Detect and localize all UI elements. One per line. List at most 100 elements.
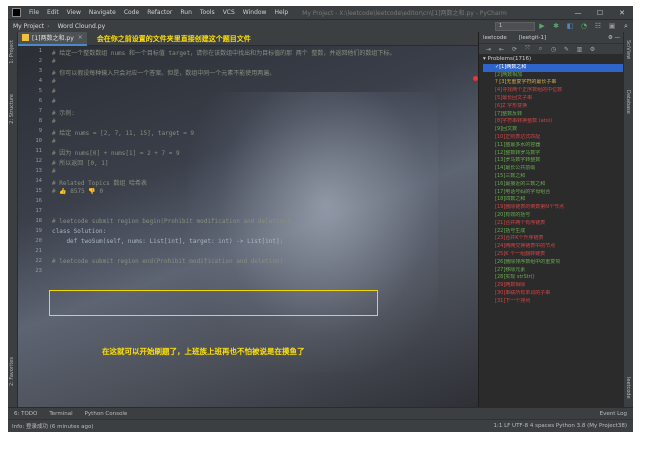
code-editor[interactable]: [1]两数之和.py × 会在你之前设置的文件夹里直接创建这个题目文件 1234… (18, 32, 478, 407)
code-line[interactable]: # (52, 98, 56, 105)
problem-item[interactable]: [15]三数之和 (483, 173, 623, 181)
code-line[interactable]: # (52, 118, 56, 125)
menu-edit[interactable]: Edit (43, 9, 63, 16)
problem-item[interactable]: [27]移除元素 (483, 267, 623, 275)
menu-refactor[interactable]: Refactor (143, 9, 176, 16)
code-line[interactable]: # leetcode submit region begin(Prohibit … (52, 218, 290, 225)
menu-window[interactable]: Window (239, 9, 271, 16)
coverage-icon[interactable]: ◧ (563, 22, 577, 30)
menu-run[interactable]: Run (176, 9, 196, 16)
problem-item[interactable]: [25]K 个一组翻转链表 (483, 251, 623, 259)
menu-file[interactable]: File (25, 9, 43, 16)
layout-icon[interactable]: ▣ (605, 22, 619, 30)
problem-item[interactable]: [18]四数之和 (483, 196, 623, 204)
status-message[interactable]: Info: 登录成功 (6 minutes ago) (8, 422, 94, 430)
settings-icon[interactable]: ⚙ (586, 46, 599, 53)
settings-icon[interactable]: ☷ (591, 22, 605, 30)
editor-tab[interactable]: [1]两数之和.py × (18, 32, 87, 46)
clock-icon[interactable]: ◷ (547, 46, 560, 53)
collapse-icon[interactable]: ⤧ (521, 45, 534, 53)
problem-item[interactable]: [14]最长公共前缀 (483, 165, 623, 173)
problem-item[interactable]: [28]实现 strStr() (483, 274, 623, 282)
code-line[interactable]: def twoSum(self, nums: List[int], target… (52, 238, 283, 245)
problem-item[interactable]: [12]整数转罗马数字 (483, 150, 623, 158)
logout-icon[interactable]: ⇤ (495, 46, 508, 53)
edit-icon[interactable]: ✎ (560, 46, 573, 53)
menu-vcs[interactable]: VCS (219, 9, 239, 16)
gear-icon[interactable]: ⚙ — (608, 35, 623, 41)
close-icon[interactable]: × (78, 34, 83, 41)
code-line[interactable]: # 给定 nums = [2, 7, 11, 15], target = 9 (52, 128, 194, 137)
problem-item[interactable]: [30]串联所有单词的子串 (483, 290, 623, 298)
problem-item[interactable]: [6]Z 字形变换 (483, 103, 623, 111)
code-line[interactable]: class Solution: (52, 228, 106, 235)
problem-item[interactable]: [21]合并两个有序链表 (483, 220, 623, 228)
problem-item[interactable]: [26]删除排序数组中的重复项 (483, 259, 623, 267)
code-line[interactable]: # (52, 88, 56, 95)
problem-item[interactable]: [16]最接近的三数之和 (483, 181, 623, 189)
breadcrumb-file[interactable]: Word Clound.py (53, 23, 106, 30)
code-line[interactable]: # Related Topics 数组 哈希表 (52, 178, 147, 187)
problem-item[interactable]: [22]括号生成 (483, 228, 623, 236)
problem-item[interactable]: ✓[1]两数之和 (483, 63, 623, 72)
problem-item[interactable]: [9]回文数 (483, 126, 623, 134)
code-line[interactable]: # 因为 nums[0] + nums[1] = 2 + 7 = 9 (52, 148, 180, 157)
code-line[interactable]: # 示例: (52, 108, 75, 117)
chart-icon[interactable]: ▥ (573, 46, 586, 53)
code-line[interactable]: # (52, 78, 56, 85)
problem-item[interactable]: [8]字符串转换整数 (atoi) (483, 118, 623, 126)
run-config-select[interactable]: 1 (495, 21, 535, 31)
breadcrumb-project[interactable]: My Project (8, 23, 44, 30)
menu-tools[interactable]: Tools (196, 9, 219, 16)
refresh-icon[interactable]: ⟳ (508, 46, 521, 53)
database-tool-tab[interactable]: Database (625, 90, 631, 114)
problem-item[interactable]: [4]寻找两个正序数组的中位数 (483, 87, 623, 95)
leetcode-tool-tab[interactable]: leetcode (625, 377, 631, 399)
todo-tab[interactable]: 6: TODO (8, 411, 43, 417)
problem-item[interactable]: [7]整数反转 (483, 111, 623, 119)
minimize-button[interactable]: — (567, 9, 589, 17)
code-line[interactable]: # 给定一个整数数组 nums 和一个目标值 target，请你在该数组中找出和… (52, 48, 395, 57)
problem-item[interactable]: [31]下一个排列 (483, 298, 623, 306)
problem-item[interactable]: [2]两数相加 (483, 72, 623, 80)
maximize-button[interactable]: ☐ (589, 9, 611, 17)
close-window-button[interactable]: ✕ (611, 9, 633, 17)
problem-item[interactable]: ? [3]无重复字符的最长子串 (483, 79, 623, 87)
code-line[interactable]: # 👍 8575 👎 0 (52, 188, 103, 195)
run-icon[interactable]: ▶ (535, 22, 549, 30)
code-line[interactable]: # (52, 168, 56, 175)
leetcode-account[interactable]: [leetgit-1] (519, 35, 546, 41)
event-log-tab[interactable]: Event Log (594, 411, 633, 417)
code-line[interactable]: # (52, 58, 56, 65)
problem-item[interactable]: [10]正则表达式匹配 (483, 134, 623, 142)
problems-root[interactable]: ▾ Problems(1716) (483, 56, 623, 64)
sciview-tool-tab[interactable]: SciView (625, 40, 631, 59)
status-details[interactable]: 1:1 LF UTF-8 4 spaces Python 3.8 (My Pro… (493, 423, 633, 429)
favorites-tool-tab[interactable]: 2: Favorites (9, 357, 15, 386)
code-line[interactable]: # (52, 138, 56, 145)
problem-item[interactable]: [23]合并K个升序链表 (483, 235, 623, 243)
structure-tool-tab[interactable]: 2: Structure (9, 94, 15, 124)
debug-icon[interactable]: ✱ (549, 22, 563, 30)
project-tool-tab[interactable]: 1: Project (9, 40, 15, 64)
problem-item[interactable]: [29]两数相除 (483, 282, 623, 290)
profile-icon[interactable]: ◔ (577, 22, 591, 30)
code-line[interactable]: # 所以返回 [0, 1] (52, 158, 109, 167)
problem-item[interactable]: [17]电话号码的字母组合 (483, 189, 623, 197)
menu-code[interactable]: Code (120, 9, 143, 16)
problem-item[interactable]: [19]删除链表的倒数第N个节点 (483, 204, 623, 212)
problem-item[interactable]: [13]罗马数字转整数 (483, 157, 623, 165)
find-icon[interactable]: ⌕ (534, 45, 547, 53)
code-line[interactable]: # leetcode submit region end(Prohibit mo… (52, 258, 283, 265)
menu-navigate[interactable]: Navigate (85, 9, 120, 16)
problem-item[interactable]: [20]有效的括号 (483, 212, 623, 220)
problem-item[interactable]: [5]最长回文子串 (483, 95, 623, 103)
python-console-tab[interactable]: Python Console (79, 411, 134, 417)
terminal-tab[interactable]: Terminal (43, 411, 78, 417)
problem-item[interactable]: [11]盛最多水的容器 (483, 142, 623, 150)
menu-view[interactable]: View (63, 9, 85, 16)
search-icon[interactable]: ⌕ (619, 22, 633, 31)
code-line[interactable]: # 你可以假设每种输入只会对应一个答案。但是，数组中同一个元素不能使用两遍。 (52, 68, 275, 77)
problem-item[interactable]: [24]两两交换链表中的节点 (483, 243, 623, 251)
menu-help[interactable]: Help (270, 9, 292, 16)
